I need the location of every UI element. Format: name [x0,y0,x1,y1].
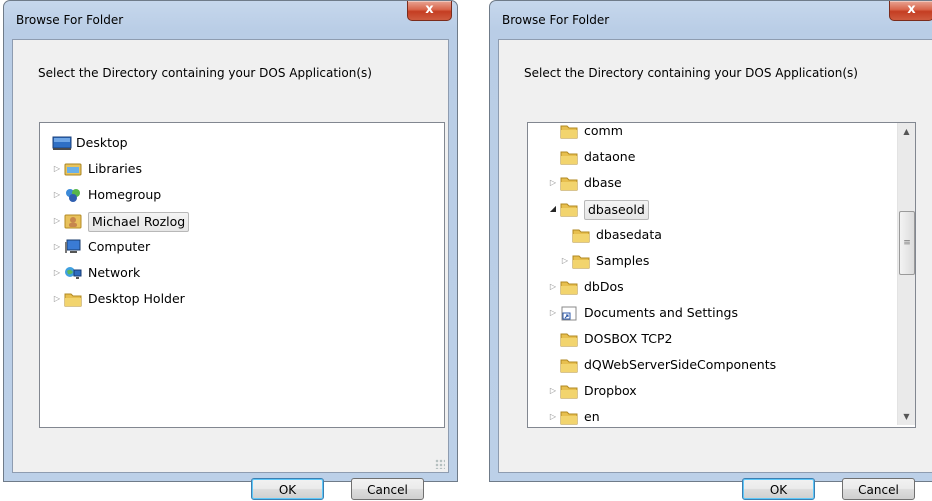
scroll-up-arrow-icon[interactable]: ▲ [898,123,915,140]
expand-arrow-icon[interactable]: ▷ [52,183,62,207]
cancel-button[interactable]: Cancel [351,478,424,500]
user-folder-icon [64,212,82,230]
expand-arrow-icon[interactable]: ▷ [560,249,570,273]
tree-item-label: DOSBOX TCP2 [584,331,673,346]
tree-item-label: Documents and Settings [584,305,739,320]
expand-arrow-icon[interactable]: ▷ [548,171,558,195]
vertical-scrollbar[interactable]: ▲ ≡ ▼ [897,123,915,425]
expand-arrow-icon[interactable]: ▷ [52,157,62,181]
expand-arrow-icon[interactable]: ▷ [52,287,62,311]
tree-item-label: Desktop Holder [88,291,185,306]
tree-item-label: Samples [596,253,650,268]
dialog-body: Select the Directory containing your DOS… [498,39,932,500]
tree-item-label: en [584,409,600,424]
instruction-text: Select the Directory containing your DOS… [524,66,858,80]
tree-item-label: dataone [584,149,636,164]
expand-arrow-icon[interactable]: ▷ [548,405,558,427]
ok-button[interactable]: OK [251,478,324,500]
folder-icon [560,330,578,348]
scrollbar-thumb[interactable]: ≡ [899,211,915,275]
title-bar[interactable]: Browse For Folder x [490,1,932,31]
folder-icon [560,408,578,426]
folder-icon [560,174,578,192]
browse-folder-dialog-1: Browse For Folder x Select the Directory… [3,0,458,500]
homegroup-icon [64,186,82,204]
tree-item-label: dQWebServerSideComponents [584,357,777,372]
ok-button[interactable]: OK [742,478,815,500]
expand-arrow-icon[interactable]: ▷ [548,275,558,299]
expand-arrow-icon[interactable]: ▷ [52,261,62,285]
folder-icon [560,200,578,218]
window-title: Browse For Folder [16,13,124,27]
dialog-body: Select the Directory containing your DOS… [12,39,449,500]
close-button[interactable]: x [889,1,932,21]
folder-icon [560,148,578,166]
tree-item-label: Computer [88,239,151,254]
tree-item-label: comm [584,123,623,138]
libraries-icon [64,160,82,178]
expand-arrow-icon[interactable]: ▷ [548,301,558,325]
folder-icon [64,290,82,308]
folder-icon [560,356,578,374]
tree-item-label: dbase [584,175,622,190]
tree-item-label: Libraries [88,161,142,176]
folder-icon [572,252,590,270]
tree-item-label: dbaseold [584,200,649,220]
folder-tree[interactable]: comm dataone ▷ dbase ◢ dbaseold dbasedat… [527,122,916,428]
computer-icon [64,238,82,256]
collapse-arrow-icon[interactable]: ◢ [548,197,558,221]
resize-grip-icon[interactable] [435,459,445,469]
browse-folder-dialog-2: Browse For Folder x Select the Directory… [489,0,932,500]
shortcut-folder-icon [560,304,578,322]
tree-item-label: Dropbox [584,383,637,398]
desktop-icon [52,134,72,152]
network-icon [64,264,82,282]
tree-item-label: Michael Rozlog [88,212,190,232]
tree-item-label: Desktop [76,135,128,150]
expand-arrow-icon[interactable]: ▷ [52,235,62,259]
folder-icon [560,123,578,140]
cancel-button[interactable]: Cancel [842,478,915,500]
tree-item-label: dbasedata [596,227,662,242]
title-bar[interactable]: Browse For Folder x [4,1,457,31]
tree-item-label: Network [88,265,141,280]
tree-item-label: dbDos [584,279,624,294]
folder-icon [560,382,578,400]
folder-icon [560,278,578,296]
folder-icon [572,226,590,244]
folder-tree[interactable]: Desktop ▷ Libraries ▷ Homegroup ▷ Michae… [39,122,445,428]
window-title: Browse For Folder [502,13,610,27]
expand-arrow-icon[interactable]: ▷ [548,379,558,403]
instruction-text: Select the Directory containing your DOS… [38,66,372,80]
scroll-down-arrow-icon[interactable]: ▼ [898,408,915,425]
tree-item-label: Homegroup [88,187,162,202]
close-button[interactable]: x [407,1,452,21]
expand-arrow-icon[interactable]: ▷ [52,209,62,233]
